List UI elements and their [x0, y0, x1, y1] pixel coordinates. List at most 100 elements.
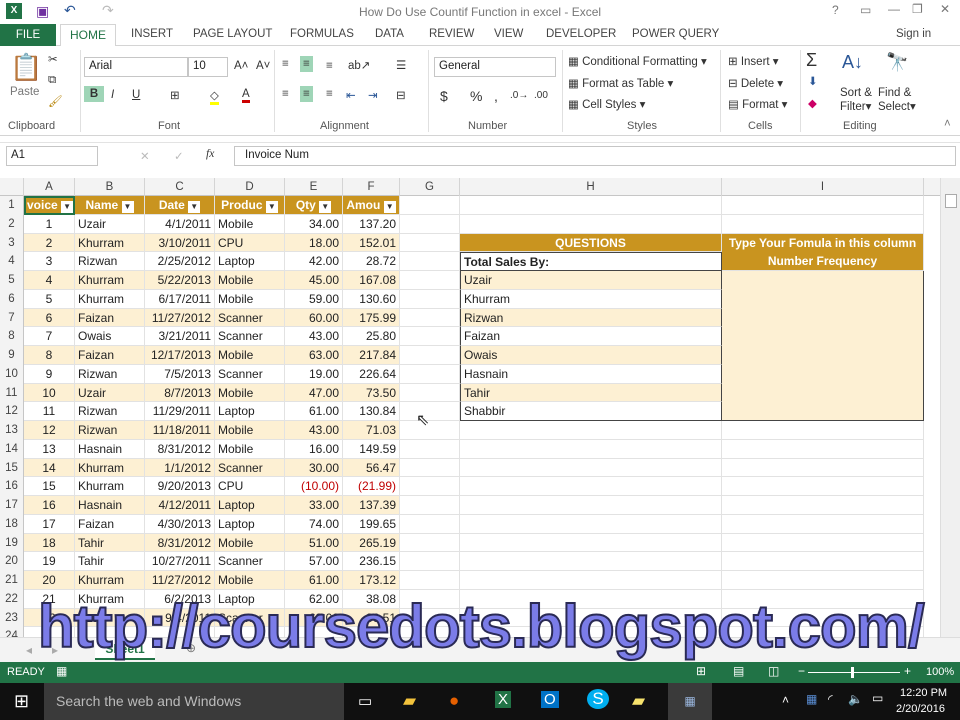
table-cell[interactable]: Scanner	[215, 327, 285, 346]
table-cell[interactable]: Mobile	[215, 571, 285, 590]
empty-cell[interactable]	[400, 289, 460, 309]
help-icon[interactable]: ?	[832, 3, 839, 17]
zoom-level[interactable]: 100%	[926, 666, 954, 678]
table-cell[interactable]: Mobile	[215, 289, 285, 309]
column-header-C[interactable]: C	[145, 178, 215, 196]
table-cell[interactable]: 18.00	[285, 233, 343, 253]
table-cell[interactable]: 2/25/2012	[145, 252, 215, 271]
questions-header[interactable]: QUESTIONS	[460, 233, 722, 253]
table-cell[interactable]: Scanner	[215, 458, 285, 478]
currency-icon[interactable]: $	[440, 88, 448, 104]
row-header[interactable]: 11	[0, 383, 24, 403]
table-cell[interactable]: 6/17/2011	[145, 289, 215, 309]
table-cell[interactable]: 63.00	[285, 346, 343, 365]
select-all-corner[interactable]	[0, 178, 24, 196]
table-cell[interactable]: Mobile	[215, 271, 285, 290]
sign-in-link[interactable]: Sign in	[896, 28, 931, 40]
table-cell[interactable]: 8	[24, 346, 75, 365]
table-cell[interactable]: 3/21/2011	[145, 327, 215, 346]
row-header[interactable]: 9	[0, 346, 24, 365]
row-header[interactable]: 21	[0, 571, 24, 590]
worksheet-grid[interactable]: 1 2 3 4 5 6 7 8 9 10 11 12 13 14 15 16 17 18 19 20 21 22 23 24 v…	[0, 196, 940, 637]
table-cell[interactable]: 9/20/2013	[145, 477, 215, 496]
table-cell[interactable]: Rizwan	[75, 421, 145, 440]
paste-icon[interactable]: 📋	[10, 52, 42, 83]
firefox-icon[interactable]: ●	[449, 691, 459, 711]
table-cell[interactable]: 13	[24, 439, 75, 459]
restore-icon[interactable]: ❐	[912, 2, 923, 16]
italic-button[interactable]: I	[111, 89, 114, 101]
sort-filter-button[interactable]: Sort & Filter▾	[840, 86, 872, 114]
table-cell[interactable]: 10/27/2011	[145, 552, 215, 571]
table-cell[interactable]: 28.72	[343, 252, 400, 271]
fill-icon[interactable]: ⬇	[808, 74, 818, 88]
tab-power-query[interactable]: POWER QUERY	[632, 28, 719, 40]
page-break-view-icon[interactable]: ◫	[768, 664, 779, 678]
table-cell[interactable]: Hasnain	[75, 439, 145, 459]
table-cell[interactable]: 19	[24, 552, 75, 571]
table-cell[interactable]: 45.00	[285, 271, 343, 290]
table-cell[interactable]: 51.00	[285, 533, 343, 553]
question-name-cell[interactable]: Tahir	[460, 383, 722, 403]
table-cell[interactable]: 137.39	[343, 496, 400, 515]
table-cell[interactable]: 3/10/2011	[145, 233, 215, 253]
empty-cell[interactable]	[722, 496, 924, 515]
table-cell[interactable]: Khurram	[75, 289, 145, 309]
table-cell[interactable]: 42.00	[285, 252, 343, 271]
column-header-B[interactable]: B	[75, 178, 145, 196]
empty-cell[interactable]	[460, 196, 722, 215]
insert-function-icon[interactable]: fx	[206, 148, 214, 160]
table-cell[interactable]: 5	[24, 289, 75, 309]
table-cell[interactable]: 8/31/2012	[145, 533, 215, 553]
table-cell[interactable]: 59.00	[285, 289, 343, 309]
scroll-left-icon[interactable]: ◂	[26, 643, 32, 657]
taskbar-search[interactable]: Search the web and Windows	[44, 683, 344, 720]
table-cell[interactable]: Laptop	[215, 496, 285, 515]
table-cell[interactable]: 175.99	[343, 308, 400, 328]
empty-cell[interactable]	[400, 233, 460, 253]
find-icon[interactable]: 🔭	[886, 52, 908, 73]
empty-cell[interactable]	[400, 571, 460, 590]
column-header-D[interactable]: D	[215, 178, 285, 196]
insert-cells-button[interactable]: ⊞ Insert ▾	[728, 54, 779, 68]
table-cell[interactable]: Scanner	[215, 552, 285, 571]
row-header[interactable]: 4	[0, 252, 24, 271]
enter-icon[interactable]: ✓	[174, 149, 184, 163]
table-cell[interactable]: 3	[24, 252, 75, 271]
empty-cell[interactable]	[460, 214, 722, 234]
sticky-notes-icon[interactable]: ▰	[632, 691, 645, 711]
table-header-cell[interactable]: Name ▼	[75, 196, 145, 215]
table-cell[interactable]: 16.00	[285, 439, 343, 459]
table-cell[interactable]: 11/27/2012	[145, 571, 215, 590]
table-cell[interactable]: 25.80	[343, 327, 400, 346]
row-header[interactable]: 15	[0, 458, 24, 478]
row-header[interactable]: 3	[0, 233, 24, 253]
table-cell[interactable]: 7/5/2013	[145, 364, 215, 384]
table-cell[interactable]: Laptop	[215, 252, 285, 271]
clock-date[interactable]: 2/20/2016	[896, 703, 945, 715]
table-cell[interactable]: 20	[24, 571, 75, 590]
grow-font-icon[interactable]: A˄	[234, 60, 248, 72]
align-left-icon[interactable]: ≡	[282, 88, 289, 100]
empty-cell[interactable]	[722, 514, 924, 534]
empty-cell[interactable]	[400, 271, 460, 290]
file-explorer-icon[interactable]: ▰	[403, 691, 416, 711]
table-cell[interactable]: CPU	[215, 477, 285, 496]
empty-cell[interactable]	[722, 552, 924, 571]
table-header-cell[interactable]: Date ▼	[145, 196, 215, 215]
answer-cell[interactable]	[722, 402, 924, 421]
filter-dropdown-icon[interactable]: ▼	[319, 201, 332, 213]
zoom-out-icon[interactable]: −	[798, 664, 805, 678]
empty-cell[interactable]	[400, 458, 460, 478]
row-header[interactable]: 12	[0, 402, 24, 421]
total-sales-label[interactable]: Total Sales By:	[460, 252, 722, 271]
cell-styles-button[interactable]: ▦ Cell Styles ▾	[568, 97, 645, 111]
tab-developer[interactable]: DEVELOPER	[546, 28, 616, 40]
question-name-cell[interactable]: Khurram	[460, 289, 722, 309]
empty-cell[interactable]	[400, 364, 460, 384]
collapse-ribbon-icon[interactable]: ˄	[944, 118, 951, 130]
network-icon[interactable]: ◜	[828, 692, 833, 706]
macro-record-icon[interactable]: ▦	[56, 664, 67, 678]
tab-file[interactable]: FILE	[0, 24, 56, 46]
comma-icon[interactable]: ,	[494, 88, 498, 104]
